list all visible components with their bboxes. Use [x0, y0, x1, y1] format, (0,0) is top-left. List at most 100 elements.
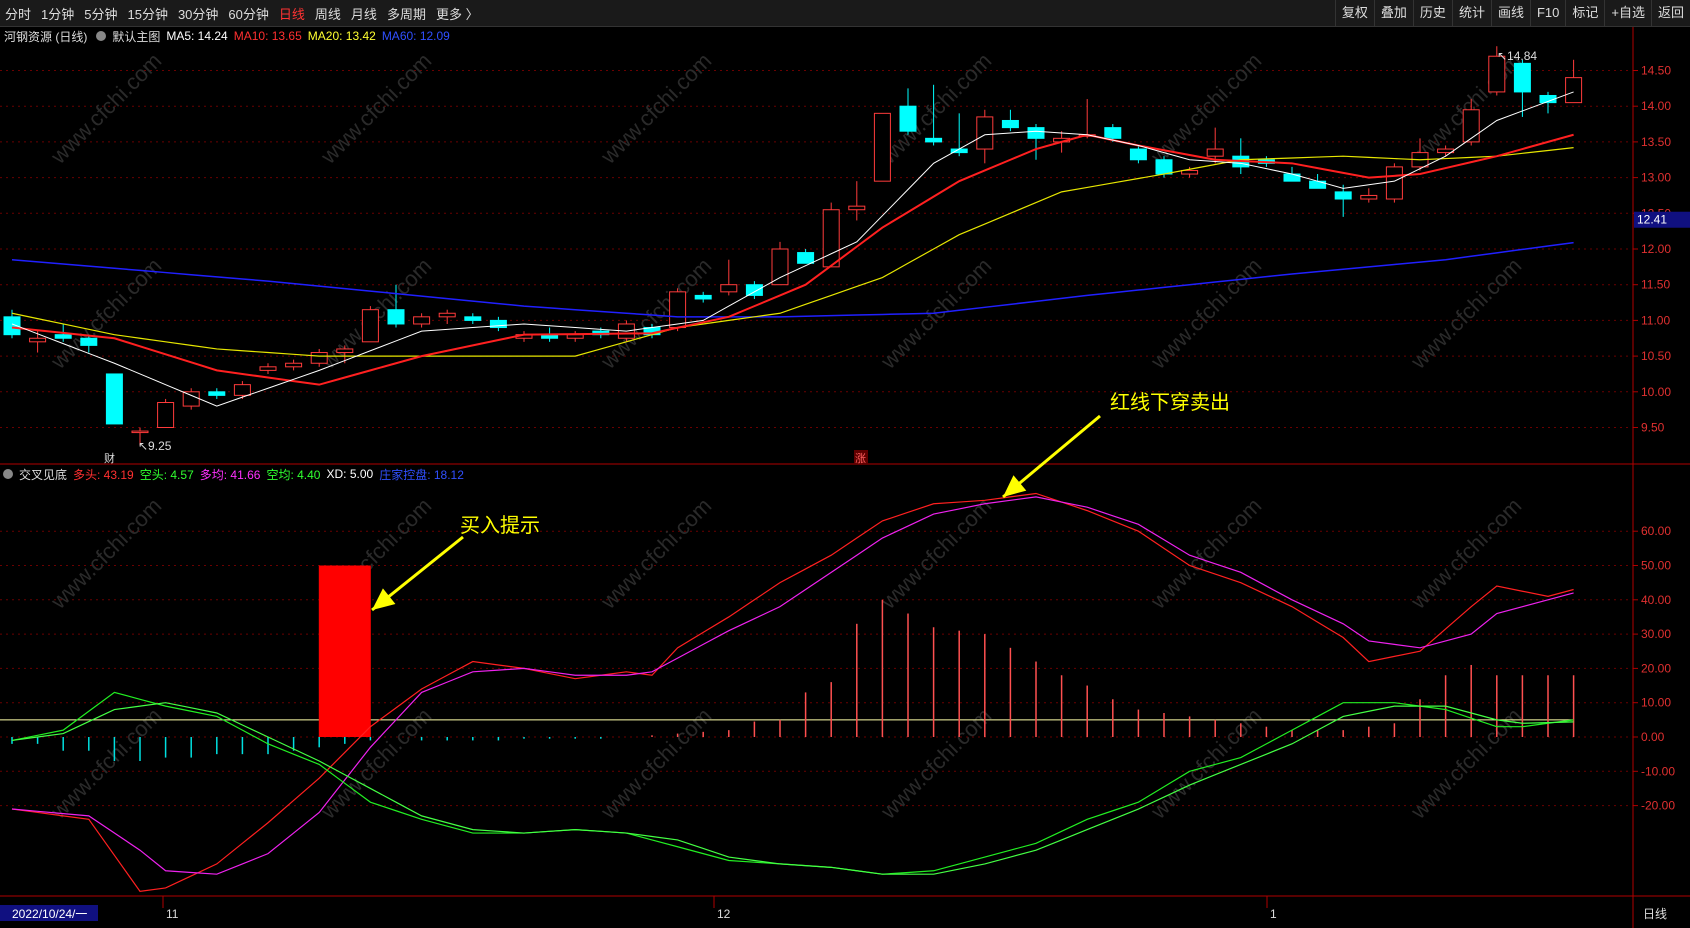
ma20-line	[11, 147, 1574, 357]
candle-body	[336, 348, 354, 354]
candle-body	[438, 312, 456, 318]
month-label: 12	[717, 907, 731, 921]
candle-body	[1513, 62, 1531, 93]
candle-body	[899, 105, 917, 132]
y-tick-label: 50.00	[1641, 559, 1671, 573]
toolbar-button[interactable]: F10	[1529, 0, 1565, 26]
buy-signal-bar	[318, 565, 371, 737]
indicator-line	[11, 496, 1574, 875]
ma10-line	[11, 133, 1574, 386]
candle-body	[822, 209, 840, 268]
low-annotation: ↖9.25	[138, 439, 172, 453]
date-label: 2022/10/24/一	[12, 907, 87, 921]
toolbar-button[interactable]: 叠加	[1373, 0, 1413, 26]
y-tick-label: 9.50	[1641, 421, 1665, 435]
watermark: www.cfchi.com	[1405, 48, 1526, 169]
cai-marker: 财	[104, 451, 115, 465]
toolbar-button[interactable]: 历史	[1412, 0, 1452, 26]
watermark: www.cfchi.com	[45, 493, 166, 614]
candle-body	[1181, 169, 1199, 175]
y-tick-label: 14.50	[1641, 64, 1671, 78]
candle-body	[1462, 109, 1480, 143]
period-tab[interactable]: 15分钟	[122, 4, 172, 23]
candle-body	[566, 334, 584, 339]
toolbar-button[interactable]: 画线	[1490, 0, 1530, 26]
period-tab[interactable]: 分时	[0, 4, 36, 23]
candle-body	[925, 137, 943, 143]
y-tick-label: 0.00	[1641, 730, 1665, 744]
candle-body	[771, 248, 789, 286]
period-tab[interactable]: 月线	[346, 4, 382, 23]
candle-body	[1334, 191, 1352, 200]
watermark: www.cfchi.com	[875, 48, 996, 169]
zhang-marker: 涨	[855, 452, 866, 465]
candle-body	[797, 252, 815, 264]
candle-body	[1129, 148, 1147, 161]
y-tick-label: 10.50	[1641, 349, 1671, 363]
candle-body	[387, 309, 405, 325]
y-tick-label: 60.00	[1641, 524, 1671, 538]
y-tick-label: 12.00	[1641, 242, 1671, 256]
candle-body	[1360, 194, 1378, 200]
month-label: 11	[166, 907, 179, 921]
candle-body	[1104, 127, 1122, 139]
y-tick-label: 10.00	[1641, 385, 1671, 399]
candle-body	[233, 384, 251, 396]
watermark: www.cfchi.com	[315, 48, 436, 169]
watermark: www.cfchi.com	[1405, 493, 1526, 614]
high-annotation: ↖14.84	[1497, 49, 1537, 63]
candle-body	[259, 366, 277, 371]
period-tab[interactable]: 日线	[274, 4, 310, 23]
chart-canvas[interactable]: 9.5010.0010.5011.0011.5012.0012.5013.001…	[0, 27, 1690, 928]
candle-body	[157, 402, 175, 429]
candle-body	[105, 373, 123, 425]
candle-body	[413, 316, 431, 325]
candle-body	[1206, 148, 1224, 157]
indicator-line	[11, 702, 1574, 875]
watermark: www.cfchi.com	[1145, 493, 1266, 614]
period-tab[interactable]: 1分钟	[36, 4, 79, 23]
candle-body	[54, 334, 72, 339]
toolbar-button[interactable]: 统计	[1451, 0, 1491, 26]
y-tick-label: 40.00	[1641, 593, 1671, 607]
candle-body	[1565, 77, 1583, 104]
y-tick-label: 30.00	[1641, 627, 1671, 641]
ma60-line	[11, 241, 1574, 318]
candle-body	[745, 284, 763, 296]
period-tab[interactable]: 多周期	[382, 4, 431, 23]
toolbar-button[interactable]: +自选	[1604, 0, 1651, 26]
bottom-period-label: 日线	[1643, 907, 1667, 921]
toolbar-button[interactable]: 标记	[1565, 0, 1604, 26]
candle-body	[1385, 166, 1403, 200]
candle-body	[848, 205, 866, 211]
indicator-line	[11, 492, 1574, 892]
buy-arrow-head	[372, 588, 396, 610]
watermark: www.cfchi.com	[595, 48, 716, 169]
candle-body	[361, 309, 379, 343]
period-tab[interactable]: 60分钟	[223, 4, 273, 23]
y-tick-label: 11.50	[1641, 278, 1670, 292]
candle-body	[720, 284, 738, 293]
period-tab[interactable]: 更多 〉	[431, 4, 484, 23]
candle-body	[1027, 127, 1045, 139]
candle-body	[873, 112, 891, 182]
y-tick-label: 13.50	[1641, 135, 1671, 149]
period-tab[interactable]: 周线	[310, 4, 346, 23]
right-toolbar: 复权 叠加 历史 统计 画线 F10 标记 +自选 返回	[1334, 0, 1690, 26]
candle-body	[694, 294, 712, 300]
toolbar-button[interactable]: 返回	[1650, 0, 1690, 26]
toolbar-button[interactable]: 复权	[1334, 0, 1374, 26]
candle-body	[285, 362, 303, 368]
candle-body	[1001, 119, 1019, 129]
candle-body	[131, 430, 149, 434]
month-label: 1	[1270, 907, 1277, 921]
candle-body	[208, 391, 226, 396]
watermark: www.cfchi.com	[45, 48, 166, 169]
period-tab[interactable]: 30分钟	[173, 4, 223, 23]
candle-body	[464, 316, 482, 321]
period-tab[interactable]: 5分钟	[79, 4, 122, 23]
y-tick-label: 10.00	[1641, 696, 1671, 710]
y-tick-label: 20.00	[1641, 661, 1671, 675]
y-tick-label: -10.00	[1641, 764, 1675, 778]
candle-body	[182, 391, 200, 407]
